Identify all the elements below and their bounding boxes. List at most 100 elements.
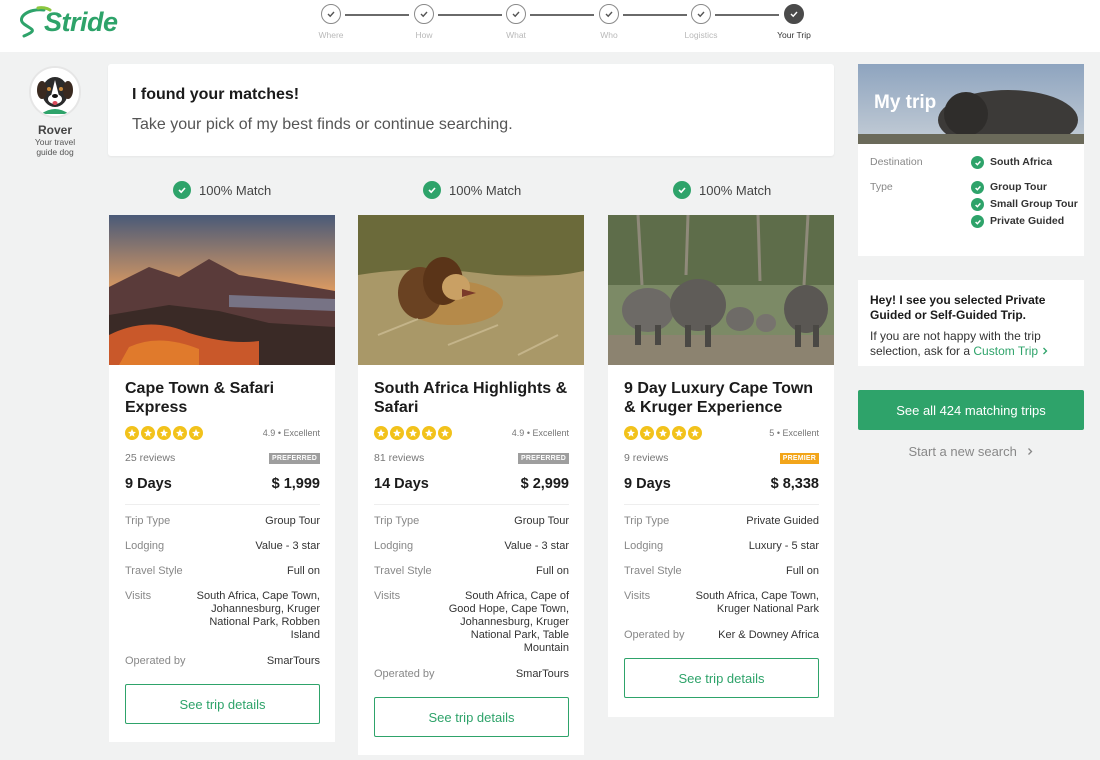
my-trip-header: My trip: [858, 64, 1084, 144]
see-all-trips-button[interactable]: See all 424 matching trips: [858, 390, 1084, 430]
trip-price: $ 1,999: [271, 476, 320, 492]
detail-travel-style: Travel Style Full on: [624, 565, 819, 577]
review-count[interactable]: 81 reviews: [374, 452, 424, 464]
detail-lodging: Lodging Value - 3 star: [374, 540, 569, 552]
trip-title[interactable]: 9 Day Luxury Cape Town & Kruger Experien…: [624, 379, 819, 417]
detail-trip-type: Trip Type Group Tour: [125, 515, 320, 527]
see-trip-details-button[interactable]: See trip details: [125, 684, 320, 724]
rating-row: 4.9 • Excellent: [374, 426, 569, 440]
step-where[interactable]: Where: [301, 4, 361, 40]
type-item: Small Group Tour: [971, 198, 1081, 211]
star-icon: [656, 426, 670, 440]
star-icon: [390, 426, 404, 440]
matches-message: I found your matches! Take your pick of …: [108, 64, 834, 156]
see-trip-details-button[interactable]: See trip details: [374, 697, 569, 737]
star-icon: [157, 426, 171, 440]
check-circle-icon: [971, 198, 984, 211]
star-icon: [141, 426, 155, 440]
match-label: 100% Match: [449, 182, 522, 198]
star-icon: [374, 426, 388, 440]
matches-subtitle: Take your pick of my best finds or conti…: [132, 116, 513, 133]
check-circle-icon: [971, 215, 984, 228]
step-what[interactable]: What: [486, 4, 546, 40]
step-who[interactable]: Who: [579, 4, 639, 40]
detail-visits: Visits South Africa, Cape Town, Kruger N…: [624, 590, 819, 615]
lion-photo[interactable]: [358, 215, 584, 365]
trip-title[interactable]: South Africa Highlights & Safari: [374, 379, 569, 417]
step-label: Logistics: [684, 30, 718, 40]
detail-lodging: Lodging Value - 3 star: [125, 540, 320, 552]
review-count[interactable]: 9 reviews: [624, 452, 668, 464]
rating-score: 5 • Excellent: [769, 428, 819, 438]
chevron-right-icon: [1027, 448, 1032, 455]
step-logistics[interactable]: Logistics: [671, 4, 731, 40]
detail-visits: Visits South Africa, Cape Town, Johannes…: [125, 590, 320, 641]
star-icon: [624, 426, 638, 440]
stride-logo[interactable]: Stride: [14, 4, 118, 38]
reviews-row: 25 reviews PREFERRED: [125, 452, 320, 464]
rating-score: 4.9 • Excellent: [511, 428, 569, 438]
match-badge: 100% Match: [673, 180, 771, 200]
rating-score: 4.9 • Excellent: [262, 428, 320, 438]
divider: [374, 504, 569, 505]
new-search-link[interactable]: Start a new search: [858, 444, 1084, 459]
see-trip-details-button[interactable]: See trip details: [624, 658, 819, 698]
check-icon: [414, 4, 434, 24]
type-item: Group Tour: [971, 181, 1081, 194]
check-circle-icon: [673, 181, 691, 199]
preferred-badge: PREFERRED: [518, 452, 569, 464]
step-label: Your Trip: [777, 30, 811, 40]
trip-duration: 9 Days: [624, 476, 671, 492]
match-label: 100% Match: [199, 182, 272, 198]
brand-name: Stride: [44, 7, 118, 37]
trip-price: $ 8,338: [770, 476, 819, 492]
trip-price: $ 2,999: [520, 476, 569, 492]
check-circle-icon: [971, 181, 984, 194]
trip-duration: 9 Days: [125, 476, 172, 492]
premier-badge: PREMIER: [779, 452, 819, 464]
step-label: What: [506, 30, 526, 40]
reviews-row: 81 reviews PREFERRED: [374, 452, 569, 464]
review-count[interactable]: 25 reviews: [125, 452, 175, 464]
trip-title[interactable]: Cape Town & Safari Express: [125, 379, 320, 417]
match-badge: 100% Match: [173, 180, 271, 200]
top-header: Stride Where How What Who Logistics Your…: [0, 0, 1100, 52]
dog-avatar: [29, 66, 81, 118]
progress-stepper: Where How What Who Logistics Your Trip: [300, 4, 840, 44]
check-icon: [506, 4, 526, 24]
sunset-mountain-photo[interactable]: [109, 215, 335, 365]
star-icon: [438, 426, 452, 440]
price-row: 14 Days $ 2,999: [374, 476, 569, 492]
check-icon: [599, 4, 619, 24]
custom-trip-link[interactable]: Custom Trip: [973, 344, 1049, 358]
check-icon: [784, 4, 804, 24]
reviews-row: 9 reviews PREMIER: [624, 452, 819, 464]
star-icon: [672, 426, 686, 440]
check-circle-icon: [423, 181, 441, 199]
trip-card: South Africa Highlights & Safari 4.9 • E…: [358, 215, 584, 755]
step-label: Who: [600, 30, 618, 40]
my-trip-panel: My trip Destination South Africa Type Gr…: [858, 64, 1084, 256]
check-circle-icon: [173, 181, 191, 199]
trip-card: 9 Day Luxury Cape Town & Kruger Experien…: [608, 215, 834, 717]
star-icon: [125, 426, 139, 440]
custom-trip-notice: Hey! I see you selected Private Guided o…: [858, 280, 1084, 366]
elephants-photo[interactable]: [608, 215, 834, 365]
detail-operator: Operated by SmarTours: [374, 668, 569, 680]
notice-text: If you are not happy with the trip selec…: [870, 329, 1072, 358]
detail-visits: Visits South Africa, Cape of Good Hope, …: [374, 590, 569, 654]
check-circle-icon: [971, 156, 984, 169]
assistant-subtitle: Your travel: [34, 137, 76, 147]
detail-operator: Operated by SmarTours: [125, 655, 320, 667]
rating-row: 4.9 • Excellent: [125, 426, 320, 440]
check-icon: [691, 4, 711, 24]
detail-lodging: Lodging Luxury - 5 star: [624, 540, 819, 552]
divider: [125, 504, 320, 505]
star-icon: [688, 426, 702, 440]
step-your-trip[interactable]: Your Trip: [764, 4, 824, 40]
stars: [624, 426, 702, 440]
preferred-badge: PREFERRED: [269, 452, 320, 464]
check-icon: [321, 4, 341, 24]
my-trip-title: My trip: [874, 92, 937, 113]
step-how[interactable]: How: [394, 4, 454, 40]
